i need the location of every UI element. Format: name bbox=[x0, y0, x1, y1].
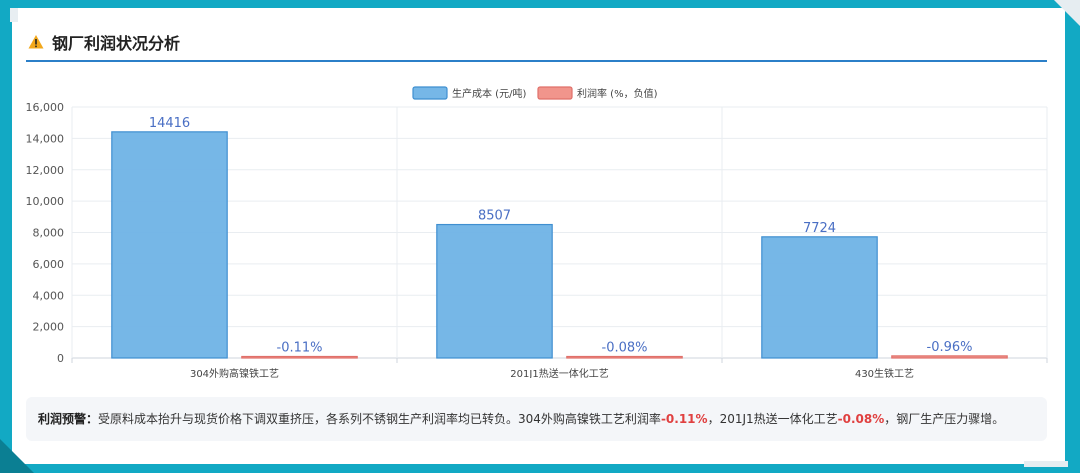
corner-decoration-bottom-left bbox=[0, 439, 34, 473]
y-tick-label: 8,000 bbox=[33, 227, 65, 240]
y-tick-label: 4,000 bbox=[33, 289, 65, 302]
legend-label-cost[interactable]: 生产成本 (元/吨) bbox=[452, 87, 526, 100]
note-label: 利润预警： bbox=[38, 412, 99, 426]
legend-swatch-margin[interactable] bbox=[537, 86, 573, 100]
frame-top-border bbox=[0, 0, 1080, 8]
bar-margin bbox=[241, 355, 358, 359]
corner-decoration-top-left bbox=[10, 8, 18, 22]
corner-decoration-top-right bbox=[1054, 0, 1080, 26]
y-tick-label: 6,000 bbox=[33, 258, 65, 271]
corner-decoration-bottom-right bbox=[1024, 461, 1068, 467]
bar-cost bbox=[111, 131, 228, 359]
bar-margin bbox=[566, 355, 683, 359]
y-tick-label: 2,000 bbox=[33, 321, 65, 334]
data-label-margin: -0.08% bbox=[602, 341, 648, 356]
y-tick-label: 14,000 bbox=[26, 132, 65, 145]
warning-icon bbox=[28, 34, 44, 50]
x-tick-label: 304外购高镍铁工艺 bbox=[190, 367, 279, 378]
profit-bar-chart: 0 2,000 4,000 6,000 8,000 10,000 12,000 14,000 1… bbox=[26, 86, 1048, 378]
data-label-margin: -0.11% bbox=[277, 341, 323, 356]
legend-swatch-cost[interactable] bbox=[412, 86, 448, 100]
chart-legend: 生产成本 (元/吨) 利润率 (%，负值) bbox=[412, 86, 658, 100]
bar-cost bbox=[436, 223, 553, 359]
data-label-cost: 7724 bbox=[803, 221, 836, 236]
y-tick-label: 0 bbox=[57, 352, 64, 365]
bar-cost bbox=[761, 236, 878, 359]
note-value-201: -0.08% bbox=[837, 412, 885, 426]
section-header: 钢厂利润状况分析 bbox=[28, 30, 180, 54]
note-value-304: -0.11% bbox=[660, 412, 708, 426]
bar-margin bbox=[891, 355, 1008, 359]
note-text-2: ，201J1热送一体化工艺 bbox=[707, 412, 838, 426]
data-label-cost: 8507 bbox=[478, 209, 511, 224]
y-tick-label: 16,000 bbox=[26, 101, 65, 114]
note-text-3: ，钢厂生产压力骤增。 bbox=[884, 412, 1005, 426]
note-text-1: 受原料成本抬升与现货价格下调双重挤压，各系列不锈钢生产利润率均已转负。304外购… bbox=[98, 412, 661, 426]
y-tick-label: 12,000 bbox=[26, 164, 65, 177]
legend-label-margin[interactable]: 利润率 (%，负值) bbox=[577, 87, 658, 100]
x-tick-label: 201J1热送一体化工艺 bbox=[510, 367, 608, 378]
x-tick-label: 430生铁工艺 bbox=[855, 367, 914, 378]
profit-warning-note: 利润预警：受原料成本抬升与现货价格下调双重挤压，各系列不锈钢生产利润率均已转负。… bbox=[26, 397, 1047, 441]
data-label-margin: -0.96% bbox=[927, 340, 973, 355]
header-divider bbox=[26, 60, 1047, 62]
page-title: 钢厂利润状况分析 bbox=[52, 34, 181, 53]
data-label-cost: 14416 bbox=[149, 116, 190, 131]
y-tick-label: 10,000 bbox=[26, 195, 65, 208]
